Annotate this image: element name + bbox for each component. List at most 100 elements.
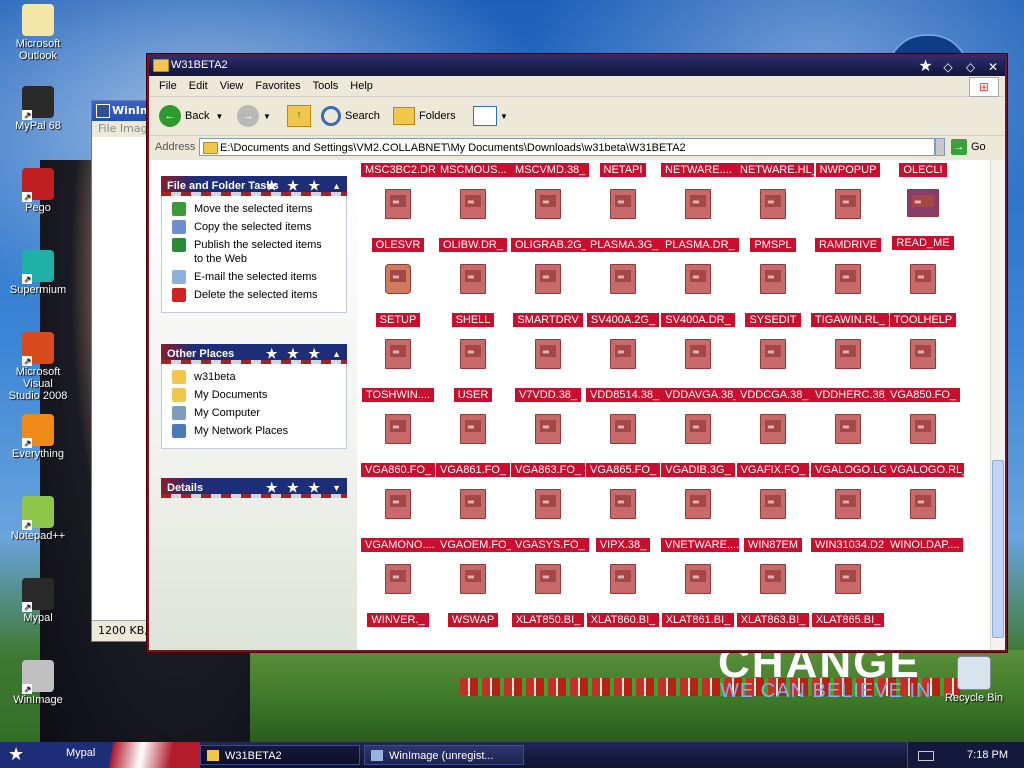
file-item[interactable]: SYSEDIT: [736, 264, 810, 330]
file-item[interactable]: V7VDD.38_: [511, 339, 585, 405]
forward-button[interactable]: → ▼: [237, 104, 271, 128]
file-item[interactable]: VDDCGA.38_: [736, 339, 813, 405]
file-item[interactable]: NETWARE....: [661, 160, 736, 180]
desktop-icon-recycle-bin[interactable]: Recycle Bin: [936, 656, 1012, 704]
file-item[interactable]: PLASMA.DR_: [661, 189, 739, 255]
file-item[interactable]: PMSPL: [736, 189, 810, 255]
chevron-down-icon[interactable]: ▼: [263, 112, 271, 121]
address-dropdown-button[interactable]: [935, 138, 945, 156]
file-item[interactable]: TOOLHELP: [886, 264, 960, 330]
file-item[interactable]: VGAFIX.FO_: [736, 414, 810, 480]
task-link[interactable]: Move the selected items: [172, 202, 340, 216]
background-window-titlebar[interactable]: WinIma: [92, 101, 152, 121]
file-item[interactable]: MSCMOUS...: [436, 160, 511, 180]
desktop-icon[interactable]: Microsoft Outlook: [0, 4, 76, 62]
scrollbar-thumb[interactable]: [992, 460, 1004, 638]
task-link[interactable]: My Documents: [172, 388, 340, 402]
file-item[interactable]: NETWARE.HL_: [736, 160, 814, 180]
task-panel-header[interactable]: File and Folder Tasks ★ ★ ★ ▲: [161, 176, 347, 196]
file-item[interactable]: WINVER._: [361, 564, 435, 630]
file-item[interactable]: SMARTDRV: [511, 264, 585, 330]
task-link[interactable]: Delete the selected items: [172, 288, 340, 302]
views-button[interactable]: ▼: [473, 104, 508, 128]
address-input[interactable]: E:\Documents and Settings\VM2.COLLABNET\…: [199, 138, 935, 156]
file-item[interactable]: TOSHWIN....: [361, 339, 435, 405]
file-item[interactable]: XLAT863.BI_: [736, 564, 810, 630]
task-link[interactable]: w31beta: [172, 370, 340, 384]
file-item[interactable]: VDDHERC.38_: [811, 339, 889, 405]
vertical-scrollbar[interactable]: [990, 160, 1005, 650]
file-item[interactable]: XLAT865.BI_: [811, 564, 885, 630]
chevron-up-icon[interactable]: ▲: [332, 344, 341, 364]
task-panel-header[interactable]: Details ★ ★ ★ ▼: [161, 478, 347, 498]
clock[interactable]: 7:18 PM: [967, 742, 1008, 768]
task-link[interactable]: E-mail the selected items: [172, 270, 340, 284]
file-item[interactable]: OLESVR: [361, 189, 435, 255]
file-item[interactable]: SV400A.2G_: [586, 264, 660, 330]
task-link[interactable]: Publish the selected items to the Web: [172, 238, 340, 266]
file-item[interactable]: VGAOEM.FO_: [436, 489, 514, 555]
file-item[interactable]: VNETWARE....: [661, 489, 739, 555]
menu-file[interactable]: File: [153, 76, 183, 96]
file-item[interactable]: WINOLDAP....: [886, 489, 964, 555]
close-button[interactable]: ✕: [985, 60, 1001, 75]
file-item[interactable]: TIGAWIN.RL_: [811, 264, 889, 330]
file-item[interactable]: USER: [436, 339, 510, 405]
up-folder-button[interactable]: ↑: [287, 104, 311, 128]
file-item[interactable]: READ_ME: [886, 189, 960, 253]
file-item[interactable]: VGA850.FO_: [886, 339, 961, 405]
file-item[interactable]: VIPX.38_: [586, 489, 660, 555]
file-item[interactable]: VDDAVGA.38_: [661, 339, 739, 405]
window-titlebar[interactable]: W31BETA2 ★ ◇ ◇ ✕: [149, 56, 1005, 76]
background-window-winimage[interactable]: WinIma File Imag 1200 KB,: [91, 100, 153, 642]
task-panel-header[interactable]: Other Places ★ ★ ★ ▲: [161, 344, 347, 364]
desktop-icon[interactable]: WinImage: [0, 660, 76, 706]
chevron-up-icon[interactable]: ▲: [332, 176, 341, 196]
file-item[interactable]: SV400A.DR_: [661, 264, 735, 330]
file-item[interactable]: OLECLI: [886, 160, 960, 180]
file-item[interactable]: VGADIB.3G_: [661, 414, 735, 480]
desktop-icon[interactable]: Notepad++: [0, 496, 76, 542]
menu-help[interactable]: Help: [344, 76, 379, 96]
desktop-icon[interactable]: Pego: [0, 168, 76, 214]
file-item[interactable]: SETUP: [361, 264, 435, 330]
file-item[interactable]: MSC3BC2.DR_: [361, 160, 439, 180]
task-link[interactable]: My Computer: [172, 406, 340, 420]
back-button[interactable]: ← Back ▼: [159, 104, 223, 128]
task-link[interactable]: Copy the selected items: [172, 220, 340, 234]
file-item[interactable]: OLIBW.DR_: [436, 189, 510, 255]
desktop-icon[interactable]: Everything: [0, 414, 76, 460]
menu-edit[interactable]: Edit: [183, 76, 214, 96]
search-button[interactable]: Search: [321, 104, 380, 128]
taskbar-button[interactable]: WinImage (unregist...: [364, 745, 524, 765]
file-item[interactable]: NWPOPUP: [811, 160, 885, 180]
start-button[interactable]: ★ Mypal: [0, 742, 200, 768]
file-item[interactable]: WSWAP: [436, 564, 510, 630]
desktop-icon[interactable]: Mypal: [0, 578, 76, 624]
file-item[interactable]: WIN87EM: [736, 489, 810, 555]
chevron-down-icon[interactable]: ▼: [332, 478, 341, 498]
folders-button[interactable]: Folders: [393, 104, 456, 128]
task-link[interactable]: My Network Places: [172, 424, 340, 438]
desktop-icon[interactable]: Supermium: [0, 250, 76, 296]
file-item[interactable]: MSCVMD.38_: [511, 160, 589, 180]
menu-view[interactable]: View: [214, 76, 250, 96]
explorer-window[interactable]: W31BETA2 ★ ◇ ◇ ✕ File Edit View Favorites To…: [147, 54, 1007, 652]
menu-tools[interactable]: Tools: [307, 76, 345, 96]
desktop-icon[interactable]: Microsoft Visual Studio 2008: [0, 332, 76, 402]
file-item[interactable]: VGASYS.FO_: [511, 489, 589, 555]
file-item[interactable]: XLAT861.BI_: [661, 564, 735, 630]
file-item[interactable]: XLAT860.BI_: [586, 564, 660, 630]
file-item[interactable]: VGA860.FO_: [361, 414, 436, 480]
file-item[interactable]: VGALOGO.RL_: [886, 414, 964, 480]
keyboard-icon[interactable]: [918, 751, 934, 761]
file-item[interactable]: VGA865.FO_: [586, 414, 661, 480]
chevron-down-icon[interactable]: ▼: [215, 112, 223, 121]
file-item[interactable]: VDD8514.38_: [586, 339, 664, 405]
file-item[interactable]: VGA863.FO_: [511, 414, 586, 480]
file-item[interactable]: OLIGRAB.2G_: [511, 189, 589, 255]
file-item[interactable]: PLASMA.3G_: [586, 189, 663, 255]
minimize-button[interactable]: ◇: [940, 60, 956, 75]
file-item[interactable]: VGALOGO.LG_: [811, 414, 889, 480]
file-item[interactable]: RAMDRIVE: [811, 189, 885, 255]
